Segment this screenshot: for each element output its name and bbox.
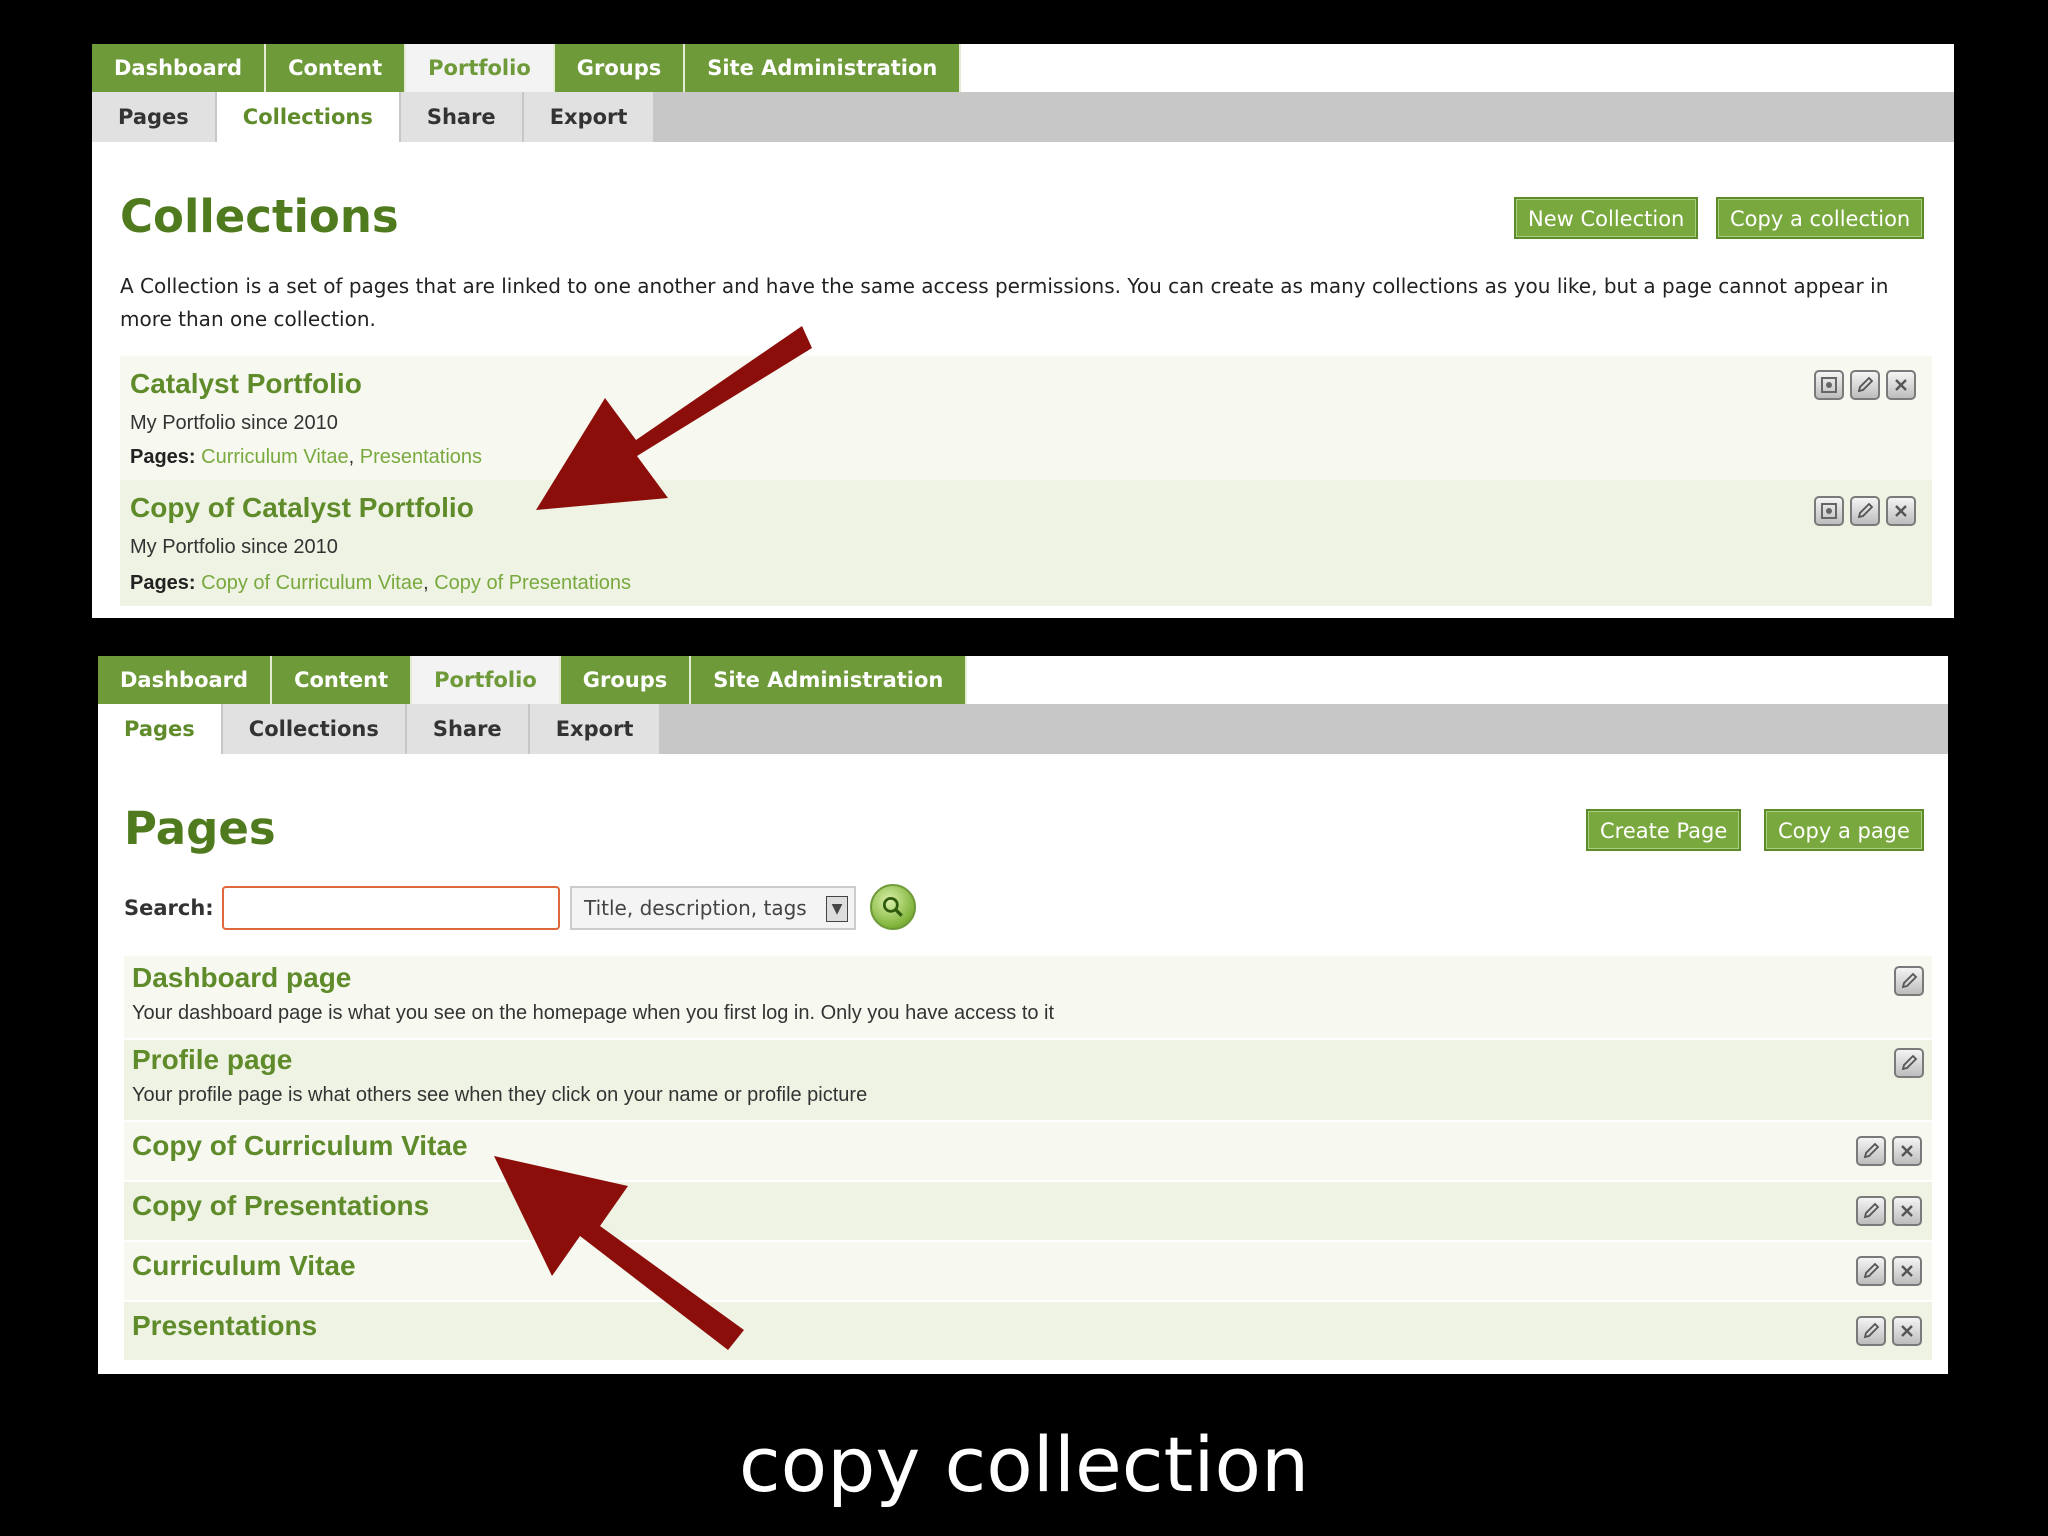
subtab-pages[interactable]: Pages [92, 92, 217, 142]
page-actions [1894, 966, 1924, 996]
delete-icon[interactable] [1892, 1256, 1922, 1286]
pages-label: Pages: [130, 572, 196, 594]
sub-nav: Pages Collections Share Export [98, 704, 662, 754]
copy-page-button[interactable]: Copy a page [1764, 809, 1924, 851]
subtab-pages[interactable]: Pages [98, 704, 223, 754]
edit-icon[interactable] [1856, 1256, 1886, 1286]
collections-screenshot: Dashboard Content Portfolio Groups Site … [92, 44, 1954, 618]
edit-icon[interactable] [1894, 966, 1924, 996]
delete-icon[interactable] [1892, 1196, 1922, 1226]
config-icon[interactable] [1814, 370, 1844, 400]
page-link[interactable]: Copy of Presentations [434, 572, 631, 594]
collection-pages: Pages: Curriculum Vitae, Presentations [130, 446, 483, 468]
delete-icon[interactable] [1892, 1136, 1922, 1166]
collection-pages: Pages: Copy of Curriculum Vitae, Copy of… [130, 572, 632, 594]
page-title-link[interactable]: Dashboard page [132, 962, 351, 994]
page-row: Copy of Curriculum Vitae [124, 1122, 1932, 1180]
page-title-link[interactable]: Curriculum Vitae [132, 1250, 356, 1282]
edit-icon[interactable] [1856, 1136, 1886, 1166]
new-collection-button[interactable]: New Collection [1514, 197, 1699, 239]
sub-nav: Pages Collections Share Export [92, 92, 656, 142]
page-description: Your dashboard page is what you see on t… [132, 1002, 1055, 1024]
page-actions [1856, 1316, 1922, 1346]
tab-groups[interactable]: Groups [554, 44, 686, 92]
subtab-export[interactable]: Export [529, 704, 662, 754]
page-row: Dashboard page Your dashboard page is wh… [124, 956, 1932, 1038]
delete-icon[interactable] [1886, 496, 1916, 526]
tab-dashboard[interactable]: Dashboard [92, 44, 267, 92]
page-link[interactable]: Copy of Curriculum Vitae [201, 572, 423, 594]
collections-description: A Collection is a set of pages that are … [120, 274, 1889, 331]
page-actions [1856, 1256, 1922, 1286]
page-row: Presentations [124, 1302, 1932, 1360]
tab-dashboard[interactable]: Dashboard [98, 656, 273, 704]
tab-site-administration[interactable]: Site Administration [691, 656, 968, 704]
page-title-link[interactable]: Profile page [132, 1044, 292, 1076]
page-link[interactable]: Presentations [360, 446, 482, 468]
page-actions [1856, 1196, 1922, 1226]
page-row: Profile page Your profile page is what o… [124, 1040, 1932, 1120]
delete-icon[interactable] [1886, 370, 1916, 400]
edit-icon[interactable] [1850, 370, 1880, 400]
page-title-link[interactable]: Copy of Presentations [132, 1190, 429, 1222]
page-actions [1856, 1136, 1922, 1166]
collection-title[interactable]: Catalyst Portfolio [130, 368, 362, 400]
pages-label: Pages: [130, 446, 196, 468]
page-title-link[interactable]: Copy of Curriculum Vitae [132, 1130, 468, 1162]
collection-item: Copy of Catalyst Portfolio My Portfolio … [120, 480, 1932, 606]
collection-description: My Portfolio since 2010 [130, 412, 338, 434]
subtab-share[interactable]: Share [406, 704, 530, 754]
search-filter-select[interactable]: Title, description, tags ▼ [570, 886, 856, 930]
copy-collection-button[interactable]: Copy a collection [1716, 197, 1925, 239]
search-input[interactable] [222, 886, 560, 930]
config-icon[interactable] [1814, 496, 1844, 526]
subtab-collections[interactable]: Collections [216, 92, 401, 142]
collection-actions [1814, 496, 1916, 526]
tab-content[interactable]: Content [266, 44, 407, 92]
page-row: Copy of Presentations [124, 1182, 1932, 1240]
edit-icon[interactable] [1894, 1048, 1924, 1078]
collection-description: My Portfolio since 2010 [130, 536, 338, 558]
subtab-share[interactable]: Share [400, 92, 524, 142]
tab-site-administration[interactable]: Site Administration [685, 44, 962, 92]
create-page-button[interactable]: Create Page [1586, 809, 1742, 851]
edit-icon[interactable] [1856, 1316, 1886, 1346]
search-icon[interactable] [870, 884, 916, 930]
tab-groups[interactable]: Groups [560, 656, 692, 704]
page-title: Collections [120, 190, 399, 243]
page-link[interactable]: Curriculum Vitae [201, 446, 348, 468]
main-nav: Dashboard Content Portfolio Groups Site … [92, 44, 962, 92]
page-title: Pages [124, 802, 276, 855]
search-label: Search: [124, 896, 214, 920]
collection-actions [1814, 370, 1916, 400]
pages-screenshot: Dashboard Content Portfolio Groups Site … [98, 656, 1948, 1374]
subtab-export[interactable]: Export [523, 92, 656, 142]
tab-content[interactable]: Content [272, 656, 413, 704]
collection-item: Catalyst Portfolio My Portfolio since 20… [120, 356, 1932, 480]
page-description: Your profile page is what others see whe… [132, 1084, 868, 1106]
subtab-collections[interactable]: Collections [222, 704, 407, 754]
page-row: Curriculum Vitae [124, 1242, 1932, 1300]
tab-portfolio[interactable]: Portfolio [406, 44, 555, 92]
page-title-link[interactable]: Presentations [132, 1310, 317, 1342]
slide-caption: copy collection [738, 1420, 1310, 1509]
page-actions [1894, 1048, 1924, 1078]
search-filter-value: Title, description, tags [584, 896, 807, 920]
chevron-down-icon: ▼ [826, 896, 848, 922]
tab-portfolio[interactable]: Portfolio [412, 656, 561, 704]
collection-title[interactable]: Copy of Catalyst Portfolio [130, 492, 474, 524]
delete-icon[interactable] [1892, 1316, 1922, 1346]
edit-icon[interactable] [1850, 496, 1880, 526]
main-nav: Dashboard Content Portfolio Groups Site … [98, 656, 968, 704]
edit-icon[interactable] [1856, 1196, 1886, 1226]
